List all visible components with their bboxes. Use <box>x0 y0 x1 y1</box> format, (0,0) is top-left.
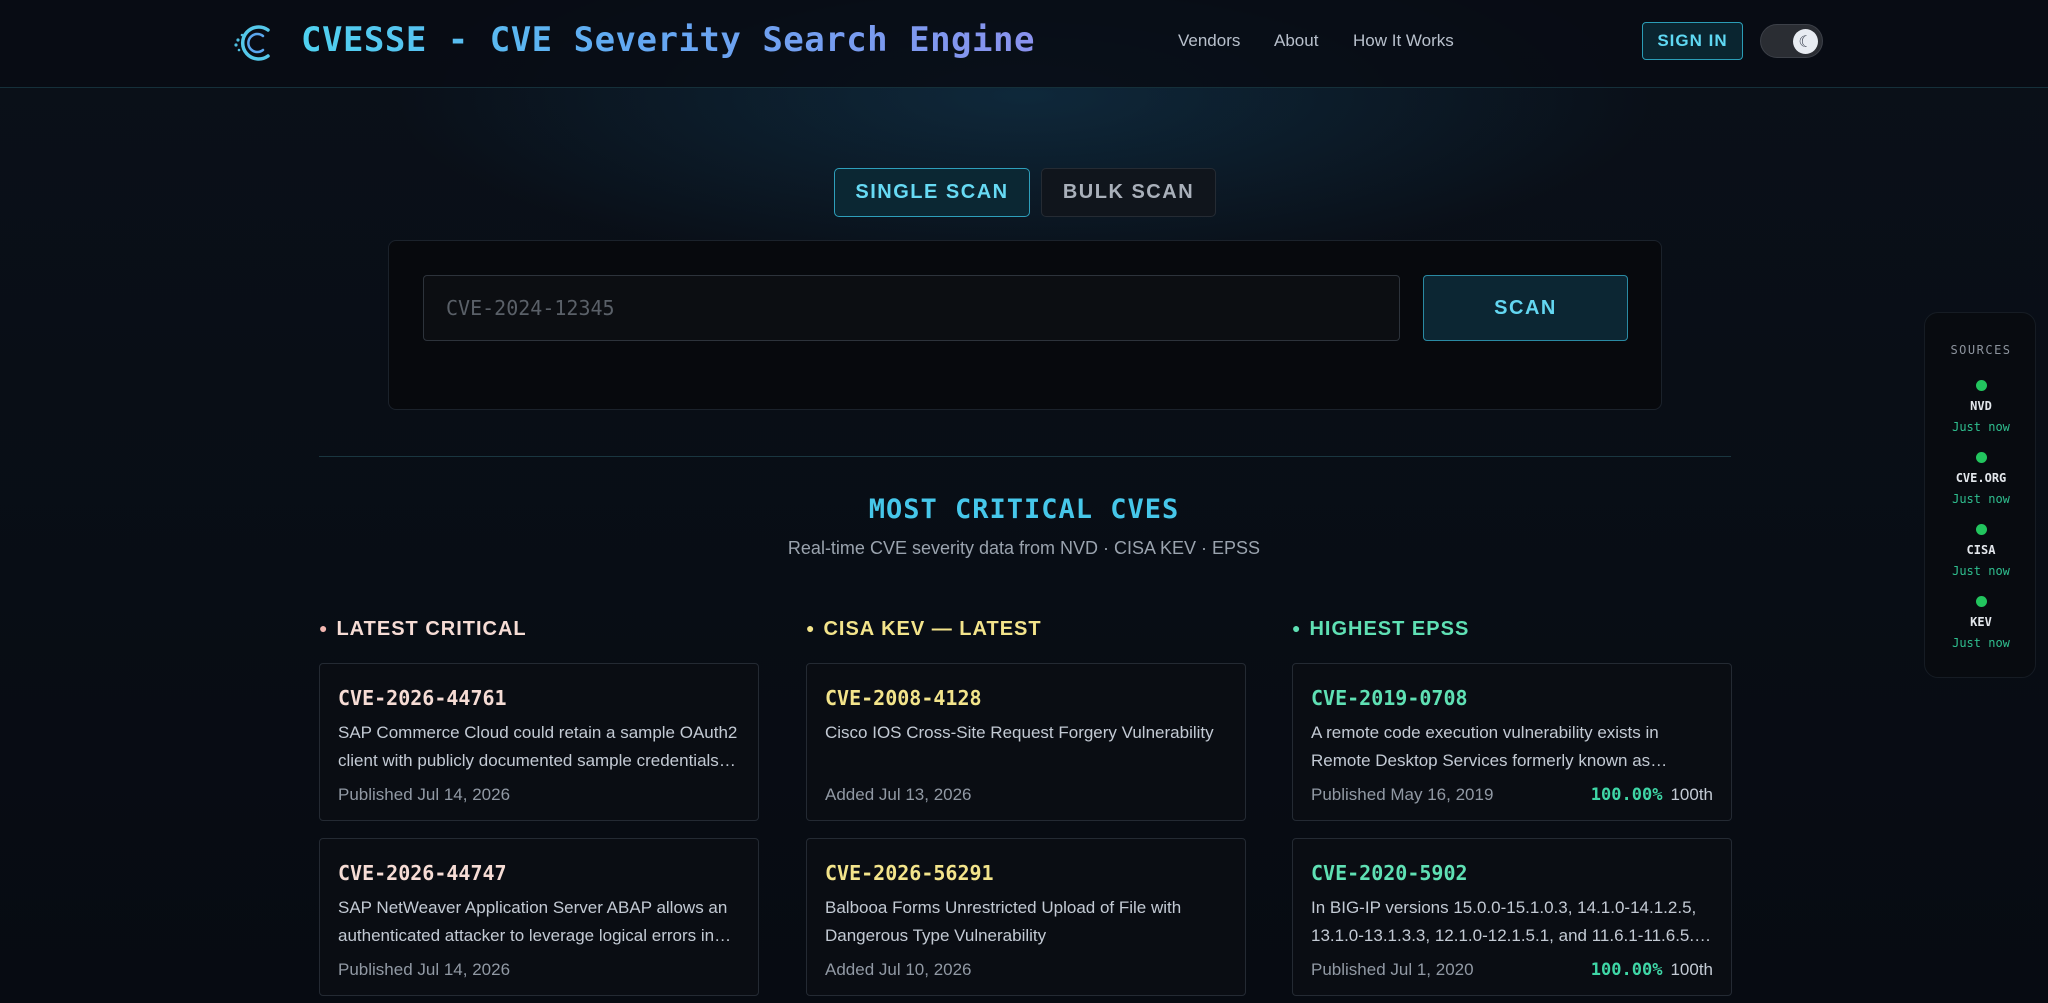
status-dot-icon <box>1975 452 1987 463</box>
source-item-cisa: CISA Just now <box>1925 524 2037 578</box>
scan-panel: SCAN <box>388 240 1662 410</box>
cve-card[interactable]: CVE-2026-56291 Balbooa Forms Unrestricte… <box>806 838 1246 996</box>
cve-date: Published May 16, 2019 <box>1311 785 1494 804</box>
cve-date: Added Jul 10, 2026 <box>825 960 972 979</box>
source-item-kev: KEV Just now <box>1925 596 2037 650</box>
cve-card[interactable]: CVE-2019-0708 A remote code execution vu… <box>1292 663 1732 821</box>
cve-description: A remote code execution vulnerability ex… <box>1311 723 1659 770</box>
section-subtitle: Real-time CVE severity data from NVD · C… <box>787 538 1261 558</box>
cve-description: Cisco IOS Cross-Site Request Forgery Vul… <box>825 723 1214 742</box>
cve-id[interactable]: CVE-2026-44761 <box>338 686 507 710</box>
status-dot-icon <box>1975 380 1987 391</box>
cve-id[interactable]: CVE-2026-44747 <box>338 861 507 885</box>
epss-percent: 100.00% <box>1590 785 1663 805</box>
cve-description: Balbooa Forms Unrestricted Upload of Fil… <box>825 898 1182 945</box>
cve-id[interactable]: CVE-2019-0708 <box>1311 686 1468 710</box>
column-title-highest-epss: ● HIGHEST EPSS <box>1292 618 1469 641</box>
cve-card[interactable]: CVE-2026-44747 SAP NetWeaver Application… <box>319 838 759 996</box>
nav-link-about[interactable]: About <box>1274 31 1318 51</box>
source-status: Just now <box>1952 420 2010 434</box>
nav-link-vendors[interactable]: Vendors <box>1178 31 1240 51</box>
scan-button[interactable]: SCAN <box>1423 275 1628 341</box>
cvesse-logo-icon[interactable] <box>232 18 282 68</box>
cve-date: Added Jul 13, 2026 <box>825 785 972 804</box>
bullet-dot-icon: ● <box>1292 620 1302 636</box>
bullet-dot-icon: ● <box>806 620 816 636</box>
sources-title: SOURCES <box>1950 343 2012 357</box>
cve-description: SAP NetWeaver Application Server ABAP al… <box>338 898 728 945</box>
cve-date: Published Jul 14, 2026 <box>338 785 511 804</box>
source-name: KEV <box>1970 615 1992 629</box>
moon-icon: ☾ <box>1793 29 1818 54</box>
tab-single-scan[interactable]: SINGLE SCAN <box>834 168 1030 217</box>
bullet-dot-icon: ● <box>319 620 329 636</box>
tab-bulk-scan[interactable]: BULK SCAN <box>1041 168 1216 217</box>
section-title: MOST CRITICAL CVES <box>868 494 1180 525</box>
sources-panel: SOURCES NVD Just now CVE.ORG Just now CI… <box>1924 312 2036 678</box>
source-item-cve-org: CVE.ORG Just now <box>1925 452 2037 506</box>
cve-description: SAP Commerce Cloud could retain a sample… <box>338 723 738 770</box>
cve-search-input[interactable] <box>423 275 1400 341</box>
cve-card[interactable]: CVE-2026-44761 SAP Commerce Cloud could … <box>319 663 759 821</box>
cve-id[interactable]: CVE-2008-4128 <box>825 686 982 710</box>
page: CVESSE - CVE Severity Search Engine Vend… <box>0 0 2048 1003</box>
source-status: Just now <box>1952 636 2010 650</box>
epss-score: 100.00% 100th <box>1591 960 1713 980</box>
brand-title[interactable]: CVESSE - CVE Severity Search Engine <box>301 20 1035 60</box>
source-name: NVD <box>1970 399 1992 413</box>
cve-card[interactable]: CVE-2008-4128 Cisco IOS Cross-Site Reque… <box>806 663 1246 821</box>
cve-card[interactable]: CVE-2020-5902 In BIG-IP versions 15.0.0-… <box>1292 838 1732 996</box>
source-name: CISA <box>1966 543 1996 557</box>
column-title-cisa-kev: ● CISA KEV — LATEST <box>806 618 1042 641</box>
column-title-text: CISA KEV — LATEST <box>823 618 1042 640</box>
status-dot-icon <box>1975 524 1987 535</box>
column-title-text: HIGHEST EPSS <box>1309 618 1470 640</box>
column-title-text: LATEST CRITICAL <box>336 618 527 640</box>
column-title-latest-critical: ● LATEST CRITICAL <box>319 618 527 641</box>
source-name: CVE.ORG <box>1955 471 2007 485</box>
source-status: Just now <box>1952 492 2010 506</box>
status-dot-icon <box>1975 596 1987 607</box>
source-item-nvd: NVD Just now <box>1925 380 2037 434</box>
cve-id[interactable]: CVE-2026-56291 <box>825 861 994 885</box>
section-divider <box>319 456 1731 457</box>
top-header: CVESSE - CVE Severity Search Engine Vend… <box>0 0 2048 88</box>
cve-date: Published Jul 14, 2026 <box>338 960 511 979</box>
epss-percentile: 100th <box>1670 785 1713 804</box>
cve-description: In BIG-IP versions 15.0.0-15.1.0.3, 14.1… <box>1311 898 1709 945</box>
source-status: Just now <box>1952 564 2010 578</box>
epss-percentile: 100th <box>1670 960 1713 979</box>
theme-toggle[interactable]: ☾ <box>1760 24 1823 58</box>
nav-link-how-it-works[interactable]: How It Works <box>1353 31 1454 51</box>
epss-score: 100.00% 100th <box>1591 785 1713 805</box>
sign-in-button[interactable]: SIGN IN <box>1642 22 1743 60</box>
cve-date: Published Jul 1, 2020 <box>1311 960 1474 979</box>
epss-percent: 100.00% <box>1590 960 1663 980</box>
cve-id[interactable]: CVE-2020-5902 <box>1311 861 1468 885</box>
